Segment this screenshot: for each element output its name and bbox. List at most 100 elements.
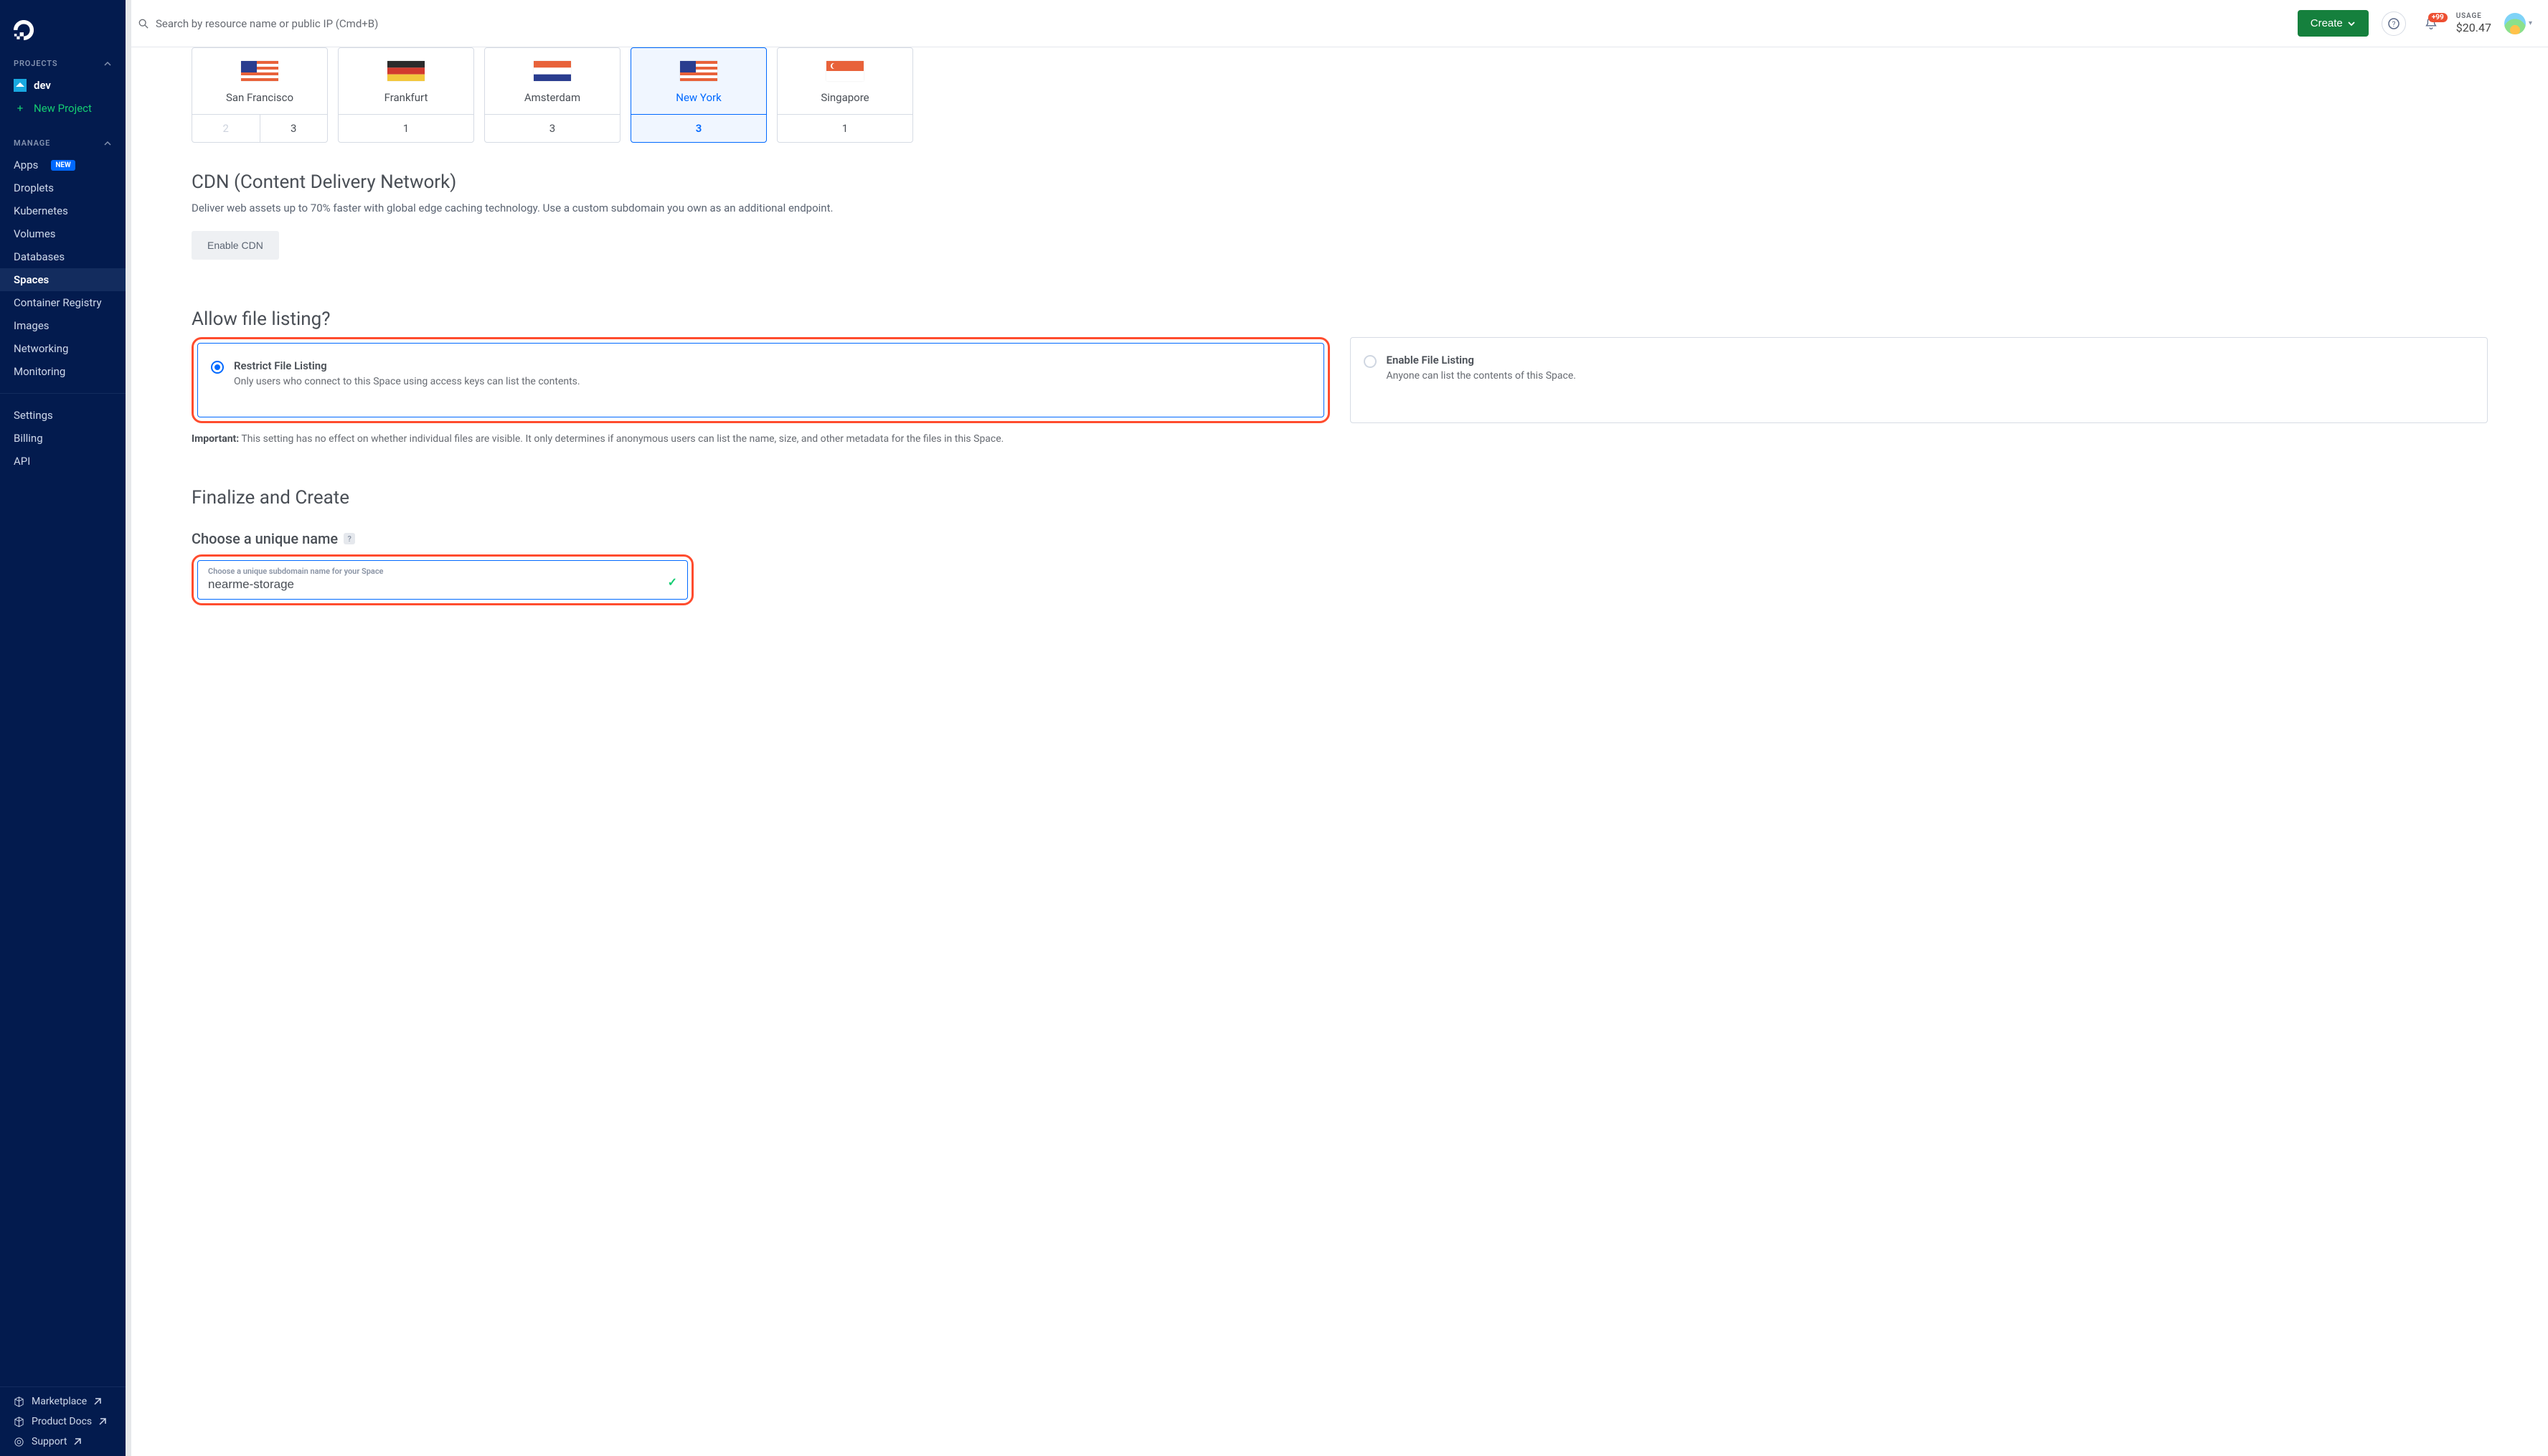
plus-icon: +	[14, 102, 27, 115]
digitalocean-icon	[14, 20, 34, 40]
region-sub[interactable]: 1	[778, 115, 912, 142]
avatar[interactable]	[2504, 13, 2526, 34]
chevron-down-icon: ▾	[2529, 19, 2532, 27]
cube-icon	[14, 1396, 24, 1407]
projects-header[interactable]: PROJECTS	[0, 59, 126, 68]
sidebar-item-label: Monitoring	[14, 365, 65, 378]
svg-text:?: ?	[2392, 21, 2395, 29]
sidebar-item-volumes[interactable]: Volumes	[0, 222, 126, 245]
sidebar-item-networking[interactable]: Networking	[0, 337, 126, 360]
option-enable-listing[interactable]: Enable File Listing Anyone can list the …	[1350, 337, 2488, 423]
sidebar-item-monitoring[interactable]: Monitoring	[0, 360, 126, 383]
region-sub[interactable]: 3	[631, 115, 766, 142]
sidebar-item-api[interactable]: API	[0, 450, 126, 473]
sidebar: PROJECTS dev + New Project MANAGE Apps N…	[0, 0, 126, 1456]
region-grid: San Francisco 2 3 Frankfurt 1	[192, 47, 2488, 143]
sidebar-item-label: Kubernetes	[14, 204, 68, 217]
region-sub[interactable]: 3	[485, 115, 620, 142]
project-icon	[14, 79, 27, 92]
project-dev[interactable]: dev	[0, 74, 126, 97]
cdn-heading: CDN (Content Delivery Network)	[192, 171, 2488, 193]
region-amsterdam[interactable]: Amsterdam 3	[484, 47, 621, 143]
create-button[interactable]: Create	[2298, 10, 2369, 37]
check-icon: ✓	[668, 575, 677, 592]
option-desc: Anyone can list the contents of this Spa…	[1387, 369, 1576, 384]
sidebar-item-spaces[interactable]: Spaces	[0, 268, 126, 291]
region-name: Frankfurt	[384, 91, 428, 104]
sidebar-scrollbar[interactable]	[126, 0, 131, 1456]
region-sub[interactable]: 2	[192, 115, 260, 142]
sidebar-item-label: Container Registry	[14, 296, 102, 309]
sidebar-item-label: Images	[14, 319, 49, 332]
sidebar-item-databases[interactable]: Databases	[0, 245, 126, 268]
project-name: dev	[34, 79, 51, 92]
sidebar-item-label: Databases	[14, 250, 65, 263]
region-new-york[interactable]: New York 3	[631, 47, 767, 143]
region-singapore[interactable]: Singapore 1	[777, 47, 913, 143]
new-project-label: New Project	[34, 102, 92, 115]
help-tooltip-icon[interactable]: ?	[344, 533, 355, 544]
important-text: This setting has no effect on whether in…	[239, 433, 1004, 445]
unique-name-heading: Choose a unique name ?	[192, 530, 2488, 547]
region-name: New York	[676, 91, 721, 104]
usage-label: USAGE	[2456, 12, 2491, 21]
file-listing-options: Restrict File Listing Only users who con…	[192, 337, 2488, 423]
help-button[interactable]: ?	[2382, 11, 2406, 36]
important-label: Important:	[192, 433, 239, 445]
notification-count-badge: +99	[2428, 13, 2448, 22]
region-name: San Francisco	[226, 91, 293, 104]
sidebar-item-droplets[interactable]: Droplets	[0, 176, 126, 199]
manage-label: MANAGE	[14, 138, 50, 148]
sidebar-item-images[interactable]: Images	[0, 314, 126, 337]
footer-support[interactable]: Support	[0, 1432, 126, 1452]
region-frankfurt[interactable]: Frankfurt 1	[338, 47, 474, 143]
external-link-icon	[99, 1418, 106, 1425]
radio-icon	[211, 361, 224, 374]
create-label: Create	[2311, 17, 2343, 29]
sidebar-item-settings[interactable]: Settings	[0, 404, 126, 427]
region-name: Singapore	[821, 91, 869, 104]
region-sub[interactable]: 3	[260, 115, 328, 142]
sidebar-item-kubernetes[interactable]: Kubernetes	[0, 199, 126, 222]
space-name-input[interactable]: Choose a unique subdomain name for your …	[197, 560, 688, 600]
brand-logo[interactable]	[0, 0, 126, 59]
sidebar-item-label: API	[14, 455, 30, 468]
new-project-button[interactable]: + New Project	[0, 97, 126, 120]
highlight-annotation: Choose a unique subdomain name for your …	[192, 554, 694, 605]
notifications-button[interactable]: +99	[2419, 16, 2443, 32]
topbar: Search by resource name or public IP (Cm…	[131, 0, 2548, 47]
radio-icon	[1364, 355, 1377, 368]
sidebar-item-billing[interactable]: Billing	[0, 427, 126, 450]
projects-label: PROJECTS	[14, 59, 57, 68]
flag-de-icon	[387, 61, 425, 81]
region-san-francisco[interactable]: San Francisco 2 3	[192, 47, 328, 143]
sidebar-item-container-registry[interactable]: Container Registry	[0, 291, 126, 314]
search-icon	[138, 19, 148, 29]
space-name-value[interactable]	[208, 577, 603, 592]
chevron-up-icon	[103, 60, 112, 68]
footer-label: Support	[32, 1436, 67, 1447]
search-placeholder: Search by resource name or public IP (Cm…	[156, 17, 378, 30]
enable-cdn-button[interactable]: Enable CDN	[192, 231, 279, 260]
sidebar-item-label: Billing	[14, 432, 43, 445]
external-link-icon	[94, 1398, 101, 1405]
region-sub[interactable]: 1	[339, 115, 473, 142]
option-title: Restrict File Listing	[234, 359, 580, 372]
usage-display[interactable]: USAGE $20.47	[2456, 12, 2491, 34]
global-search[interactable]: Search by resource name or public IP (Cm…	[138, 17, 2285, 30]
new-badge: NEW	[51, 160, 75, 171]
file-listing-heading: Allow file listing?	[192, 308, 2488, 330]
footer-label: Product Docs	[32, 1416, 92, 1427]
unique-name-label: Choose a unique name	[192, 530, 338, 547]
flag-sg-icon	[826, 61, 864, 81]
cube-icon	[14, 1417, 24, 1427]
option-restrict-listing[interactable]: Restrict File Listing Only users who con…	[197, 343, 1324, 417]
main: Search by resource name or public IP (Cm…	[131, 0, 2548, 1456]
sidebar-item-apps[interactable]: Apps NEW	[0, 153, 126, 176]
footer-product-docs[interactable]: Product Docs	[0, 1412, 126, 1432]
manage-header[interactable]: MANAGE	[0, 138, 126, 148]
sidebar-item-label: Spaces	[14, 273, 49, 286]
highlight-annotation: Restrict File Listing Only users who con…	[192, 337, 1330, 423]
footer-marketplace[interactable]: Marketplace	[0, 1391, 126, 1412]
important-note: Important: This setting has no effect on…	[192, 432, 2488, 448]
